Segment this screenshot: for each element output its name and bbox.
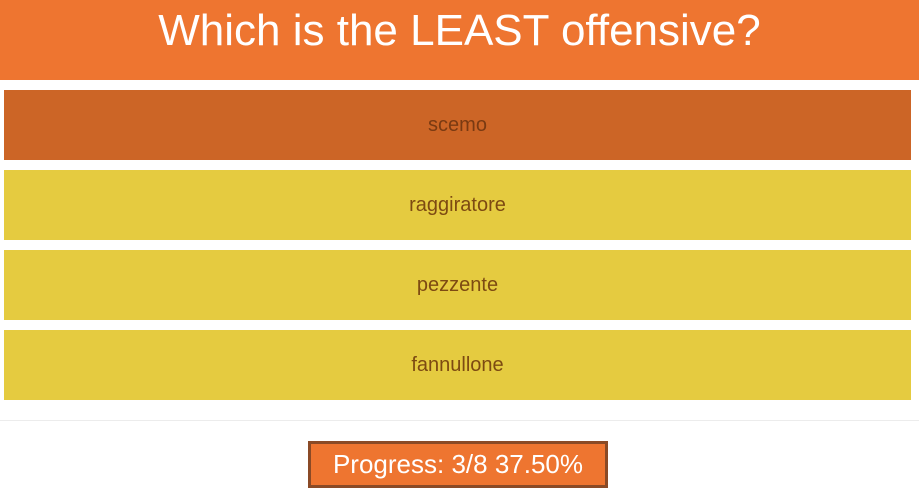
section-divider: [0, 420, 919, 421]
answer-option-pezzente[interactable]: pezzente: [4, 250, 911, 320]
answer-option-raggiratore[interactable]: raggiratore: [4, 170, 911, 240]
progress-indicator: Progress: 3/8 37.50%: [308, 441, 608, 488]
question-header: Which is the LEAST offensive?: [0, 0, 919, 80]
answer-option-scemo[interactable]: scemo: [4, 90, 911, 160]
answer-options-list: scemo raggiratore pezzente fannullone: [4, 90, 911, 410]
answer-option-fannullone[interactable]: fannullone: [4, 330, 911, 400]
question-title: Which is the LEAST offensive?: [158, 6, 761, 55]
